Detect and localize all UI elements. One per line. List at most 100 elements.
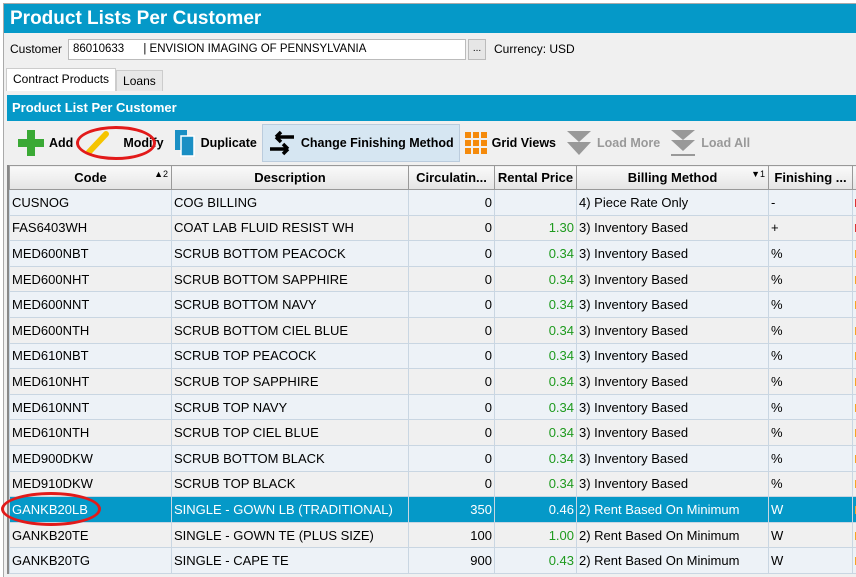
- cell-code: FAS6403WH: [9, 214, 172, 242]
- duplicate-icon: [174, 130, 195, 157]
- cell-billing-method: 3) Inventory Based: [576, 214, 769, 242]
- tab-contract-products[interactable]: Contract Products: [6, 68, 117, 91]
- col-header-description[interactable]: Description: [171, 165, 409, 190]
- cell-circulating: 0: [408, 316, 495, 344]
- cell-finishing: W: [768, 521, 853, 549]
- col-header-code[interactable]: Code ▲2: [9, 165, 172, 190]
- table-row[interactable]: MED600NBT SCRUB BOTTOM PEACOCK 0 0.34 3) Inv…: [9, 240, 856, 267]
- cell-code: MED600NHT: [9, 265, 172, 293]
- add-button[interactable]: Add: [13, 124, 78, 162]
- table-row[interactable]: GANKB20TE SINGLE - GOWN TE (PLUS SIZE) 100…: [9, 521, 856, 549]
- cell-partial: [852, 393, 856, 421]
- cell-rental-price: 0.34: [494, 368, 577, 395]
- grid-icon: [464, 132, 487, 154]
- customer-browse-button[interactable]: ...: [468, 38, 487, 60]
- cell-circulating: 0: [408, 189, 495, 216]
- customer-label: Customer: [10, 42, 63, 56]
- table-row[interactable]: MED600NTH SCRUB BOTTOM CIEL BLUE 0 0.34 3) I…: [9, 316, 856, 344]
- window-title: Product Lists Per Customer: [4, 4, 856, 33]
- table-row[interactable]: MED610NHT SCRUB TOP SAPPHIRE 0 0.34 3) Inven…: [9, 368, 856, 395]
- cell-finishing: %: [768, 240, 853, 267]
- table-row[interactable]: CUSNOG COG BILLING 0 4) Piece Rate Only -: [9, 189, 856, 216]
- col-header-rental-price[interactable]: Rental Price: [494, 165, 577, 190]
- table-row[interactable]: MED900DKW SCRUB BOTTOM BLACK 0 0.34 3) Inven…: [9, 444, 856, 472]
- cell-billing-method: 3) Inventory Based: [576, 444, 769, 472]
- table-row[interactable]: GANKB20TG SINGLE - CAPE TE 900 0.43 2) Rent …: [9, 547, 856, 574]
- cell-description: SCRUB TOP SAPPHIRE: [171, 368, 409, 395]
- tab-loans[interactable]: Loans: [116, 70, 163, 91]
- grid-views-label: Grid Views: [491, 136, 557, 150]
- annotation-circle: [76, 126, 157, 160]
- cell-billing-method: 2) Rent Based On Minimum: [576, 547, 769, 574]
- swap-arrows-icon: [269, 130, 294, 156]
- col-header-finishing[interactable]: Finishing ...: [768, 165, 853, 190]
- currency-value: USD: [549, 42, 575, 56]
- cell-rental-price: 0.34: [494, 240, 577, 267]
- cell-rental-price: 0.34: [494, 265, 577, 293]
- cell-description: SCRUB BOTTOM NAVY: [171, 291, 409, 318]
- panel-title: Product List Per Customer: [7, 95, 856, 121]
- sort-desc-icon: ▼1: [751, 169, 765, 179]
- col-header-billing-method[interactable]: Billing Method ▼1: [576, 165, 769, 190]
- cell-description: COG BILLING: [171, 189, 409, 216]
- cell-billing-method: 2) Rent Based On Minimum: [576, 521, 769, 549]
- cell-description: SCRUB BOTTOM BLACK: [171, 444, 409, 472]
- load-more-button[interactable]: Load More: [561, 124, 665, 162]
- cell-circulating: 0: [408, 240, 495, 267]
- table-row[interactable]: MED610NTH SCRUB TOP CIEL BLUE 0 0.34 3) Inve…: [9, 419, 856, 446]
- cell-finishing: %: [768, 291, 853, 318]
- cell-rental-price: 0.34: [494, 316, 577, 344]
- col-header-partial: [852, 165, 856, 190]
- cell-finishing: %: [768, 470, 853, 498]
- table-row[interactable]: MED600NHT SCRUB BOTTOM SAPPHIRE 0 0.34 3) In…: [9, 265, 856, 293]
- duplicate-button[interactable]: Duplicate: [169, 124, 262, 162]
- grid-views-button[interactable]: Grid Views: [460, 124, 561, 162]
- cell-rental-price: 0.34: [494, 444, 577, 472]
- grid-header: Code ▲2 Description Circulatin... Rental …: [9, 165, 856, 190]
- cell-finishing: %: [768, 444, 853, 472]
- cell-description: SINGLE - GOWN TE (PLUS SIZE): [171, 521, 409, 549]
- cell-circulating: 900: [408, 547, 495, 574]
- table-row[interactable]: MED910DKW SCRUB TOP BLACK 0 0.34 3) Inventor…: [9, 470, 856, 498]
- cell-billing-method: 2) Rent Based On Minimum: [576, 496, 769, 523]
- cell-billing-method: 3) Inventory Based: [576, 316, 769, 344]
- cell-partial: [852, 189, 856, 216]
- cell-partial: [852, 368, 856, 395]
- cell-billing-method: 3) Inventory Based: [576, 393, 769, 421]
- table-row[interactable]: MED610NNT SCRUB TOP NAVY 0 0.34 3) Inventory…: [9, 393, 856, 421]
- load-more-label: Load More: [597, 136, 661, 150]
- cell-circulating: 0: [408, 470, 495, 498]
- col-header-circulating[interactable]: Circulatin...: [408, 165, 495, 190]
- cell-description: SCRUB TOP PEACOCK: [171, 342, 409, 370]
- plus-icon: [18, 130, 44, 156]
- double-down-arrow-icon: [567, 131, 592, 155]
- tab-bar: Contract Products Loans: [6, 68, 163, 91]
- change-finishing-method-button[interactable]: Change Finishing Method: [261, 124, 460, 162]
- cell-partial: [852, 316, 856, 344]
- cell-partial: [852, 444, 856, 472]
- cell-code: GANKB20TE: [9, 521, 172, 549]
- cell-partial: [852, 470, 856, 498]
- cell-billing-method: 4) Piece Rate Only: [576, 189, 769, 216]
- cell-finishing: %: [768, 265, 853, 293]
- cell-circulating: 0: [408, 393, 495, 421]
- cell-billing-method: 3) Inventory Based: [576, 368, 769, 395]
- modify-button[interactable]: Modify: [76, 124, 168, 162]
- add-label: Add: [49, 136, 74, 150]
- cell-rental-price: 0.34: [494, 342, 577, 370]
- cell-partial: [852, 265, 856, 293]
- table-row[interactable]: FAS6403WH COAT LAB FLUID RESIST WH 0 1.30 3)…: [9, 214, 856, 242]
- cell-code: MED600NNT: [9, 291, 172, 318]
- cell-code: GANKB20TG: [9, 547, 172, 574]
- load-all-button[interactable]: Load All: [665, 124, 755, 162]
- table-row[interactable]: MED600NNT SCRUB BOTTOM NAVY 0 0.34 3) Invent…: [9, 291, 856, 318]
- table-row[interactable]: MED610NBT SCRUB TOP PEACOCK 0 0.34 3) Invent…: [9, 342, 856, 370]
- cell-description: COAT LAB FLUID RESIST WH: [171, 214, 409, 242]
- cell-finishing: -: [768, 189, 853, 216]
- cell-partial: [852, 342, 856, 370]
- cell-finishing: %: [768, 393, 853, 421]
- annotation-circle: [1, 492, 101, 526]
- cell-finishing: W: [768, 547, 853, 574]
- customer-input[interactable]: 86010633 | ENVISION IMAGING OF PENNSYLVA…: [68, 38, 467, 60]
- table-row[interactable]: GANKB20LB SINGLE - GOWN LB (TRADITIONAL) 3…: [9, 496, 856, 523]
